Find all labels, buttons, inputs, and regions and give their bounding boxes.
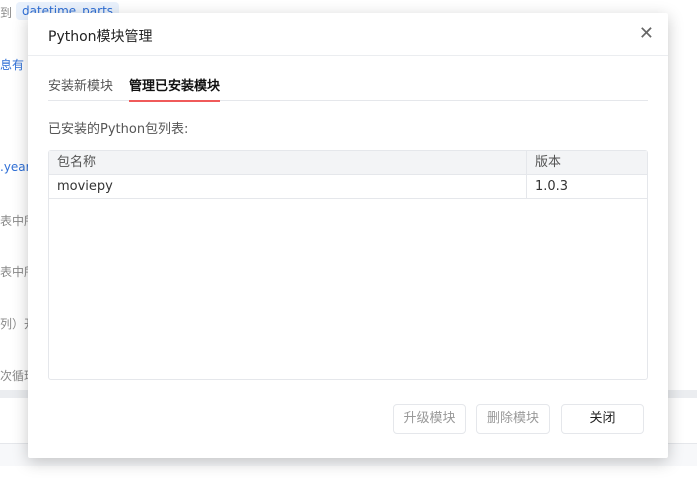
dialog-title: Python模块管理 [48,29,153,45]
delete-button[interactable]: 删除模块 [476,404,550,434]
column-header-name[interactable]: 包名称 [49,151,527,174]
package-table: 包名称 版本 moviepy 1.0.3 [48,150,648,380]
table-header: 包名称 版本 [49,151,647,175]
module-manager-dialog: Python模块管理 ✕ 安装新模块 管理已安装模块 已安装的Python包列表… [28,13,668,458]
bg-text: 到 [0,6,13,20]
list-label: 已安装的Python包列表: [48,122,189,137]
column-header-version[interactable]: 版本 [527,151,647,174]
tab-install-new[interactable]: 安装新模块 [48,75,113,100]
tab-bar: 安装新模块 管理已安装模块 [48,75,648,102]
bg-text: .year [0,160,31,174]
tab-manage-installed[interactable]: 管理已安装模块 [129,75,221,102]
package-version: 1.0.3 [535,179,569,194]
close-button[interactable]: 关闭 [561,404,644,434]
upgrade-button[interactable]: 升级模块 [393,404,466,434]
table-row[interactable]: moviepy 1.0.3 [49,175,647,199]
divider [28,55,668,56]
close-icon[interactable]: ✕ [639,25,654,43]
bg-text: 息有 [0,58,25,72]
package-name: moviepy [49,175,527,198]
